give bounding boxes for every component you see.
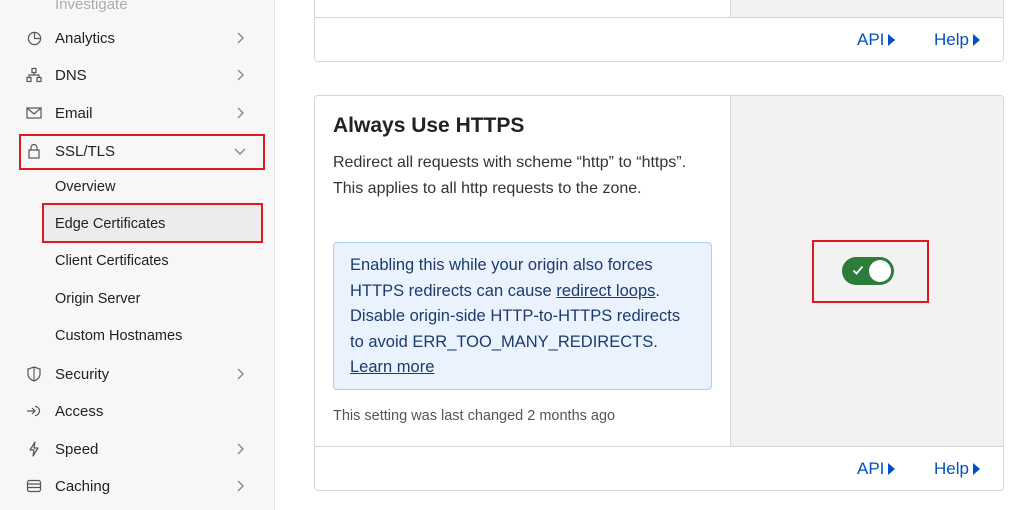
help-link-label: Help [934, 459, 969, 478]
sidebar-item-label: Email [55, 104, 93, 122]
sidebar-subitem-edge-certificates[interactable]: Edge Certificates [55, 206, 165, 242]
sidebar-subitem-label: Custom Hostnames [55, 328, 183, 344]
sidebar-item-investigate[interactable]: Investigate [0, 0, 274, 22]
chevron-right-icon [233, 106, 247, 120]
sidebar-subitem-overview[interactable]: Overview [55, 169, 115, 205]
bolt-icon [26, 441, 42, 457]
shield-icon [26, 366, 42, 382]
help-link[interactable]: Help [934, 18, 980, 61]
api-link[interactable]: API [857, 18, 896, 61]
caching-icon [26, 478, 42, 494]
sidebar-subitem-client-certificates[interactable]: Client Certificates [55, 243, 169, 279]
chevron-right-icon [233, 31, 247, 45]
card-side-panel [730, 0, 1003, 18]
help-link[interactable]: Help [934, 447, 980, 490]
setting-description: Redirect all requests with scheme “http”… [333, 154, 687, 197]
always-use-https-toggle[interactable] [842, 257, 894, 285]
sidebar-subitem-label: Edge Certificates [55, 216, 166, 232]
setting-title: Always Use HTTPS [333, 114, 525, 137]
api-link-label: API [857, 30, 885, 49]
sidebar-subitem-label: Origin Server [55, 291, 141, 307]
previous-setting-card: API Help [314, 0, 1004, 62]
caret-right-icon [888, 34, 896, 46]
email-icon [26, 105, 42, 121]
sidebar-item-label: DNS [55, 66, 87, 84]
sidebar-item-label: Speed [55, 440, 99, 458]
access-icon [26, 403, 42, 419]
sidebar-item-caching[interactable]: Caching [0, 468, 274, 504]
chevron-right-icon [233, 367, 247, 381]
sidebar-subitem-label: Overview [55, 179, 116, 195]
sidebar-item-label: Access [55, 402, 104, 420]
sidebar-item-access[interactable]: Access [0, 393, 274, 429]
toggle-knob [869, 260, 891, 282]
sidebar-item-label: Security [55, 365, 110, 383]
sidebar: Investigate Analytics DNS Email SSL/TLS … [0, 0, 275, 510]
help-link-label: Help [934, 30, 969, 49]
api-link-label: API [857, 459, 885, 478]
analytics-icon [26, 30, 42, 46]
caret-right-icon [972, 34, 980, 46]
card-footer: API Help [315, 17, 1003, 61]
dns-icon [26, 67, 42, 83]
sidebar-item-ssl-tls[interactable]: SSL/TLS [0, 133, 274, 169]
caret-right-icon [888, 463, 896, 475]
sidebar-item-security[interactable]: Security [0, 356, 274, 392]
card-footer: API Help [315, 446, 1003, 490]
sidebar-item-label: Analytics [55, 29, 116, 47]
sidebar-item-label: Investigate [55, 0, 128, 13]
lock-icon [26, 143, 42, 159]
chevron-right-icon [233, 68, 247, 82]
sidebar-item-speed[interactable]: Speed [0, 431, 274, 467]
chevron-down-icon [233, 144, 247, 158]
chevron-right-icon [233, 442, 247, 456]
chevron-right-icon [233, 479, 247, 493]
sidebar-item-label: Caching [55, 477, 111, 495]
sidebar-subitem-custom-hostnames[interactable]: Custom Hostnames [55, 318, 182, 354]
api-link[interactable]: API [857, 447, 896, 490]
sidebar-subitem-origin-server[interactable]: Origin Server [55, 281, 140, 317]
sidebar-item-dns[interactable]: DNS [0, 57, 274, 93]
redirect-loops-link[interactable]: redirect loops [556, 282, 655, 300]
redirect-loop-warning: Enabling this while your origin also for… [333, 242, 712, 390]
caret-right-icon [972, 463, 980, 475]
last-changed-text: This setting was last changed 2 months a… [333, 408, 616, 424]
check-icon [852, 265, 864, 275]
sidebar-item-analytics[interactable]: Analytics [0, 20, 274, 56]
sidebar-item-label: SSL/TLS [55, 142, 116, 160]
learn-more-link[interactable]: Learn more [350, 358, 434, 376]
sidebar-item-email[interactable]: Email [0, 95, 274, 131]
sidebar-subitem-label: Client Certificates [55, 253, 169, 269]
